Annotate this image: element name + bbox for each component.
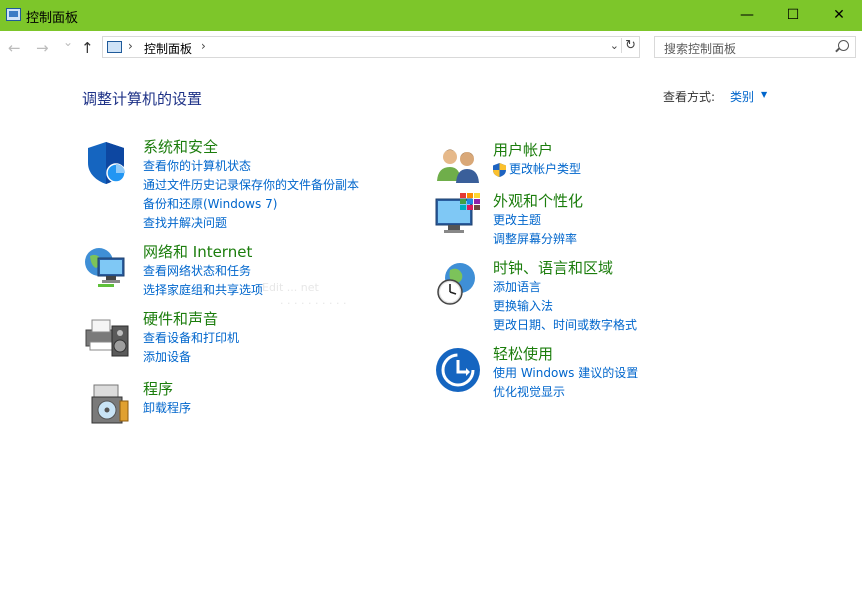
ghost-text: Edit ... net — [262, 281, 319, 294]
task-link[interactable]: 使用 Windows 建议的设置 — [493, 364, 638, 383]
view-by-dropdown[interactable]: 类别 — [730, 88, 754, 105]
task-link[interactable]: 添加设备 — [143, 348, 239, 367]
ghost-text: · · · · · · · · · · — [280, 297, 347, 310]
category-clock-region: 时钟、语言和区域 添加语言 更换输入法 更改日期、时间或数字格式 — [493, 259, 637, 335]
task-link[interactable]: 查看网络状态和任务 — [143, 262, 263, 281]
category-system-security: 系统和安全 查看你的计算机状态 通过文件历史记录保存你的文件备份副本 备份和还原… — [143, 138, 359, 233]
category-hardware-sound: 硬件和声音 查看设备和打印机 添加设备 — [143, 310, 239, 367]
category-title-link[interactable]: 用户帐户 — [493, 141, 581, 160]
title-bar: 控制面板 — ☐ ✕ — [0, 0, 862, 31]
address-bar[interactable]: › 控制面板 › ⌄ ↻ — [102, 36, 640, 58]
address-dropdown-icon[interactable]: ⌄ — [610, 39, 619, 52]
breadcrumb-chevron-icon[interactable]: › — [201, 39, 206, 53]
page-title: 调整计算机的设置 — [82, 90, 203, 108]
task-link[interactable]: 优化视觉显示 — [493, 383, 638, 402]
task-link[interactable]: 调整屏幕分辨率 — [493, 230, 583, 249]
change-account-type-text[interactable]: 更改帐户类型 — [509, 162, 581, 176]
window-title: 控制面板 — [26, 11, 79, 26]
category-appearance: 外观和个性化 更改主题 调整屏幕分辨率 — [493, 192, 583, 249]
category-title-link[interactable]: 系统和安全 — [143, 138, 359, 157]
task-link[interactable]: 更换输入法 — [493, 297, 637, 316]
search-box[interactable]: 搜索控制面板 — [654, 36, 856, 58]
users-icon[interactable] — [434, 139, 482, 187]
task-link[interactable]: 查看设备和打印机 — [143, 329, 239, 348]
category-user-accounts: 用户帐户 更改帐户类型 — [493, 141, 581, 179]
category-ease-of-access: 轻松使用 使用 Windows 建议的设置 优化视觉显示 — [493, 345, 638, 402]
category-title-link[interactable]: 程序 — [143, 380, 191, 399]
network-globe-icon[interactable] — [82, 244, 130, 292]
back-button[interactable]: ← — [8, 39, 21, 57]
task-link[interactable]: 查看你的计算机状态 — [143, 157, 359, 176]
refresh-icon[interactable]: ↻ — [621, 38, 636, 53]
task-link[interactable]: 选择家庭组和共享选项 — [143, 281, 263, 300]
breadcrumb-control-panel[interactable]: 控制面板 — [144, 40, 192, 57]
category-programs: 程序 卸载程序 — [143, 380, 191, 418]
clock-globe-icon[interactable] — [434, 260, 482, 308]
ease-of-access-icon[interactable] — [434, 346, 482, 394]
view-by-caret-icon[interactable]: ▼ — [761, 90, 767, 99]
task-link[interactable]: 更改主题 — [493, 211, 583, 230]
programs-disc-icon[interactable] — [86, 379, 134, 427]
maximize-button[interactable]: ☐ — [770, 0, 816, 31]
breadcrumb-chevron-icon[interactable]: › — [128, 39, 133, 53]
search-icon[interactable] — [838, 40, 849, 51]
task-link[interactable]: 备份和还原(Windows 7) — [143, 195, 359, 214]
printer-speaker-icon[interactable] — [82, 310, 130, 358]
category-title-link[interactable]: 网络和 Internet — [143, 243, 263, 262]
category-title-link[interactable]: 时钟、语言和区域 — [493, 259, 637, 278]
task-link[interactable]: 通过文件历史记录保存你的文件备份副本 — [143, 176, 359, 195]
minimize-button[interactable]: — — [724, 0, 770, 31]
category-title-link[interactable]: 外观和个性化 — [493, 192, 583, 211]
shield-icon[interactable] — [82, 139, 130, 187]
task-link[interactable]: 添加语言 — [493, 278, 637, 297]
view-by-label: 查看方式: — [663, 90, 716, 104]
up-button[interactable]: ↑ — [81, 39, 94, 57]
category-title-link[interactable]: 轻松使用 — [493, 345, 638, 364]
navigation-bar: ← → ⌄ ↑ › 控制面板 › ⌄ ↻ 搜索控制面板 — [0, 31, 862, 64]
control-panel-icon — [6, 8, 21, 21]
close-button[interactable]: ✕ — [816, 0, 862, 31]
forward-button[interactable]: → — [36, 39, 49, 57]
category-network-internet: 网络和 Internet 查看网络状态和任务 选择家庭组和共享选项 — [143, 243, 263, 300]
task-link[interactable]: 卸载程序 — [143, 399, 191, 418]
task-link[interactable]: 更改日期、时间或数字格式 — [493, 316, 637, 335]
uac-shield-icon — [493, 163, 506, 177]
task-link[interactable]: 查找并解决问题 — [143, 214, 359, 233]
appearance-monitor-icon[interactable] — [434, 191, 482, 239]
search-placeholder: 搜索控制面板 — [664, 42, 737, 56]
recent-locations-button[interactable]: ⌄ — [63, 35, 73, 49]
task-link[interactable]: 更改帐户类型 — [493, 160, 581, 179]
control-panel-icon — [107, 41, 122, 53]
category-title-link[interactable]: 硬件和声音 — [143, 310, 239, 329]
